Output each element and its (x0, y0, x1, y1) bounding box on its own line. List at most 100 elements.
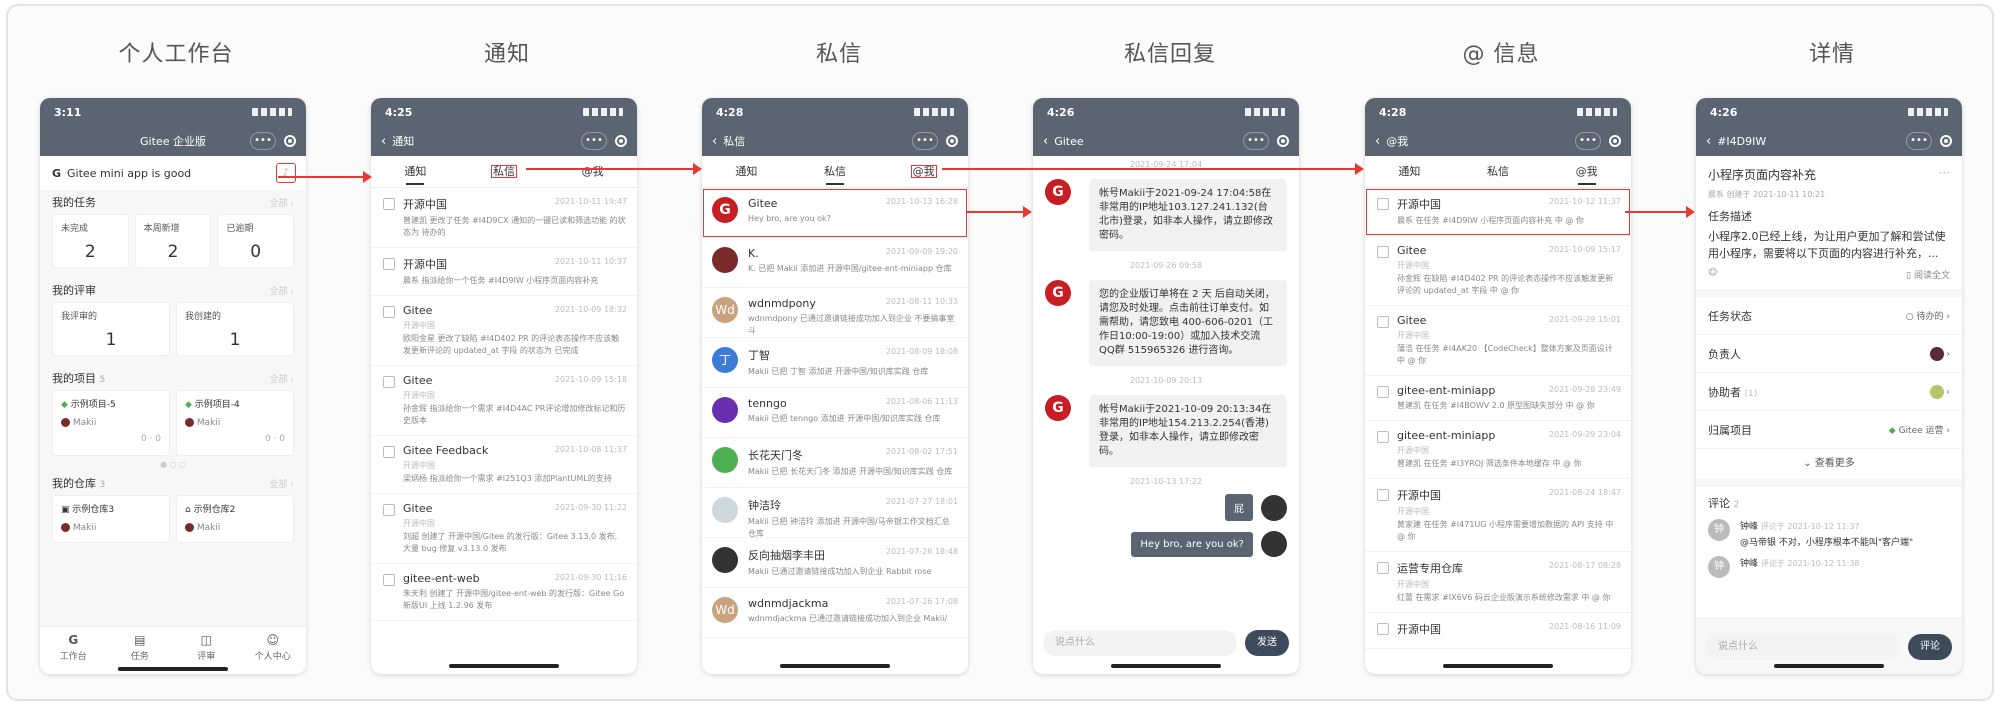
back-icon[interactable]: ‹ (1706, 134, 1711, 149)
emoji-icon[interactable]: ☺ (1708, 268, 1717, 281)
tab-notice[interactable]: 通知 (702, 156, 791, 187)
page-title: Gitee (1054, 134, 1084, 148)
comments-count: 2 (1733, 500, 1740, 510)
review-card-created[interactable]: 我创建的 1 (176, 302, 294, 356)
project-card[interactable]: ◆ 示例项目-5 Makii 0 · 0 (52, 390, 170, 456)
prop-project[interactable]: 归属项目 ◆ Gitee 运营 › (1696, 411, 1962, 449)
item-time: 2021-10-11 10:37 (554, 257, 627, 266)
tab-at[interactable]: @我 (879, 156, 968, 187)
list-item[interactable]: 开源中国 曾建凯 更改了任务 #I4D9CX 通知的一键已读和筛选功能 的状态为 … (371, 188, 637, 248)
tab-notice[interactable]: 通知 (371, 156, 460, 187)
list-item[interactable]: Gitee 开源中国 刘超 创建了 开源中国/Gitee 的发行版：Gitee 3.… (371, 494, 637, 564)
pm-item[interactable]: K. K. 已把 Makii 添加进 开源中国/gitee-ent-miniapp… (702, 238, 968, 288)
more-menu-button[interactable]: ••• (1243, 132, 1269, 150)
close-miniapp-button[interactable] (284, 135, 296, 147)
back-icon[interactable]: ‹ (1043, 134, 1048, 149)
repo-card[interactable]: ▣ 示例仓库3 Makii (52, 495, 170, 543)
tab-pm[interactable]: 私信 (791, 156, 880, 187)
back-icon[interactable]: ‹ (1375, 134, 1380, 149)
list-item[interactable]: Gitee 开源中国 欧阳金星 更改了缺陷 #I4D402 PR 的评论表态操作不应… (371, 296, 637, 366)
pm-item[interactable]: G Gitee Hey bro, are you ok? 2021-10-13 16:… (702, 188, 968, 238)
tab-profile[interactable]: ☺ 个人中心 (240, 627, 307, 674)
pm-item[interactable]: 长花天门冬 Makii 已把 长花天门冬 添加进 开源中国/知识库实践 仓库 202… (702, 438, 968, 488)
list-item[interactable]: 运营专用仓库 开源中国 红蕾 在需求 #IX6V6 码云企业版演示系统修改需求 中 … (1365, 552, 1631, 613)
comment-button[interactable]: 评论 (1908, 634, 1952, 660)
close-miniapp-button[interactable] (1277, 135, 1289, 147)
list-item[interactable]: 开源中国 2021-08-16 11:09 (1365, 613, 1631, 649)
item-time: 2021-10-09 18:32 (554, 305, 627, 314)
more-menu-button[interactable]: ••• (250, 132, 276, 150)
reply-row: 屁 (1033, 490, 1299, 525)
list-item[interactable]: gitee-ent-web 朱天利 创建了 开源中国/gitee-ent-web … (371, 564, 637, 621)
list-item[interactable]: Gitee Feedback 开源中国 梁炳杨 指派给你一个需求 #I251Q3 添… (371, 436, 637, 494)
back-icon[interactable]: ‹ (712, 134, 717, 149)
tasks-all-link[interactable]: 全部 › (270, 196, 294, 209)
more-menu-button[interactable]: ••• (1575, 132, 1601, 150)
task-card-overdue[interactable]: 已逾期 0 (217, 214, 295, 268)
list-item[interactable]: Gitee 开源中国 孙金辉 在缺陷 #I4D402 PR 的评论表态操作不应该触发… (1365, 236, 1631, 306)
tab-pm[interactable]: 私信 (1454, 156, 1543, 187)
more-icon[interactable]: ··· (1939, 166, 1950, 183)
bell-icon[interactable]: ♪ (276, 163, 296, 183)
close-miniapp-button[interactable] (615, 135, 627, 147)
pm-item[interactable]: Wd wdnmdjackma wdnmdjackma 已通过邀请链接成功加入到企业 … (702, 588, 968, 638)
message-input[interactable]: 说点什么 (1043, 630, 1237, 656)
card-count: 0 (250, 242, 262, 262)
prop-helpers[interactable]: 协助者 (1) › (1696, 373, 1962, 411)
close-miniapp-button[interactable] (1940, 135, 1952, 147)
item-preview: 黄家建 在任务 #I471UG 小程序需要增加数据的 API 支持 中 @ 你 (1397, 520, 1614, 541)
pm-item[interactable]: Wd wdnmdpony wdnmdpony 已通过邀请链接成功加入到企业 不要搞事… (702, 288, 968, 338)
message-icon (383, 198, 395, 210)
list-item[interactable]: 开源中国 开源中国 黄家建 在任务 #I471UG 小程序需要增加数据的 API 支… (1365, 479, 1631, 552)
repos-all-link[interactable]: 全部 › (270, 477, 294, 490)
tab-at[interactable]: @我 (548, 156, 637, 187)
review-card-mine[interactable]: 我评审的 1 (52, 302, 170, 356)
signal-icon (1577, 108, 1617, 116)
task-card-week[interactable]: 本周新增 2 (134, 214, 212, 268)
list-item[interactable]: gitee-ent-miniapp 开源中国 曾建凯 在任务 #I3YROJ 筛选条… (1365, 421, 1631, 479)
signal-icon (1908, 108, 1948, 116)
pm-item[interactable]: 钟洁玲 Makii 已把 钟洁玲 添加进 开源中国/马帝银工作文档汇总 仓库 202… (702, 488, 968, 538)
tab-notice[interactable]: 通知 (1365, 156, 1454, 187)
send-button[interactable]: 发送 (1245, 630, 1289, 656)
close-miniapp-button[interactable] (946, 135, 958, 147)
project-icon: ◆ (61, 400, 68, 410)
task-card-pending[interactable]: 未完成 2 (52, 214, 129, 268)
project-card[interactable]: ◆ 示例项目-4 Makii 0 · 0 (176, 390, 294, 456)
item-preview: 晨系 指派给你一个任务 #I4D9IW 小程序页面内容补充 (403, 276, 599, 285)
item-time: 2021-08-06 11:13 (885, 397, 958, 406)
list-item[interactable]: gitee-ent-miniapp 曾建凯 在任务 #I4BOWV 2.0 原型图… (1365, 376, 1631, 421)
projects-all-link[interactable]: 全部 › (270, 372, 294, 385)
read-all-link[interactable]: ▯ 阅读全文 (1906, 268, 1950, 281)
list-item[interactable]: Gitee 开源中国 蒲浩 在任务 #I4AK20 【CodeCheck】整体方案及… (1365, 306, 1631, 376)
pm-item[interactable]: 丁丁智 Makii 已把 丁智 添加进 开源中国/知识库实践 仓库 2021-08-… (702, 338, 968, 388)
more-menu-button[interactable]: ••• (581, 132, 607, 150)
item-preview: 曾建凯 更改了任务 #I4D9CX 通知的一键已读和筛选功能 的状态为 待办的 (403, 216, 626, 237)
tab-at[interactable]: @我 (1542, 156, 1631, 187)
prop-status[interactable]: 任务状态 ○ 待办的 › (1696, 297, 1962, 335)
chat-timestamp: 2021-09-24 17:04 (1129, 160, 1203, 169)
status-bar: 4:26 (1033, 98, 1299, 126)
status-bar: 4:25 (371, 98, 637, 126)
show-more-button[interactable]: ⌄ 查看更多 (1696, 449, 1962, 479)
list-item[interactable]: 开源中国 晨系 指派给你一个任务 #I4D9IW 小程序页面内容补充 2021-10… (371, 248, 637, 296)
back-icon[interactable]: ‹ (381, 134, 386, 149)
signal-icon (252, 108, 292, 116)
more-menu-button[interactable]: ••• (912, 132, 938, 150)
pm-item[interactable]: tenngo Makii 已把 tenngo 添加进 开源中国/知识库实践 仓库 2… (702, 388, 968, 438)
pm-item[interactable]: 反向抽烟李丰田 Makii 已通过邀请链接成功加入到企业 Rabbit rose 2… (702, 538, 968, 588)
close-miniapp-button[interactable] (1609, 135, 1621, 147)
prop-assignee[interactable]: 负责人 › (1696, 335, 1962, 373)
comment-input[interactable]: 说点什么 (1706, 634, 1900, 660)
project-name: 示例项目-4 (194, 400, 240, 410)
avatar (61, 523, 70, 532)
list-item[interactable]: 开源中国 晨系 在任务 #I4D9IW 小程序页面内容补充 中 @ 你 2021-1… (1365, 188, 1631, 236)
section-label: 我的任务 (52, 196, 96, 209)
tab-pm[interactable]: 私信 (460, 156, 549, 187)
reviews-all-link[interactable]: 全部 › (270, 284, 294, 297)
tab-workbench[interactable]: G 工作台 (40, 627, 107, 674)
more-menu-button[interactable]: ••• (1906, 132, 1932, 150)
card-label: 我创建的 (185, 312, 222, 322)
list-item[interactable]: Gitee 开源中国 孙金辉 指派给你一个需求 #I4D4AC PR评论增加修改标记… (371, 366, 637, 436)
repo-card[interactable]: ⌂ 示例仓库2 Makii (176, 495, 294, 543)
